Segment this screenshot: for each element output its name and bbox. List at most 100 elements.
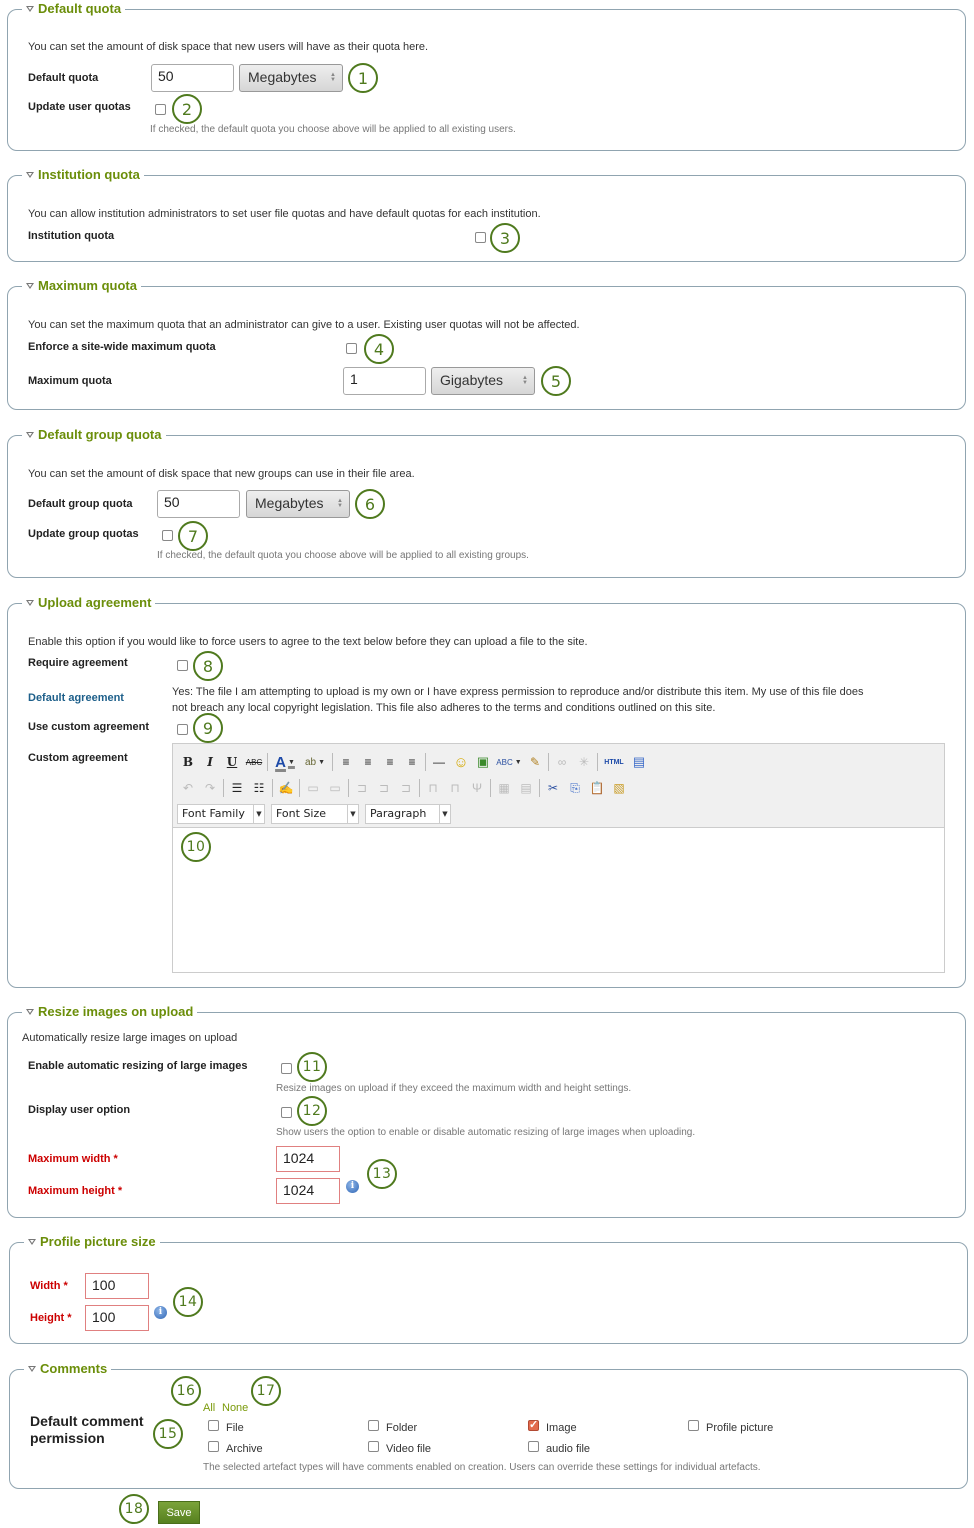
comment-option-profile-picture-checkbox[interactable] — [688, 1420, 699, 1431]
align-center-icon[interactable]: ≡ — [357, 752, 379, 772]
select-value: Font Size — [276, 807, 327, 820]
table-split-icon[interactable]: ▭ — [324, 778, 346, 798]
col-before-icon[interactable]: ⊓ — [422, 778, 444, 798]
comment-option-video-checkbox[interactable] — [368, 1441, 379, 1452]
font-family-select[interactable]: Font Family ▼ — [177, 804, 265, 824]
maximum-quota-input[interactable]: 1 — [343, 367, 426, 395]
maximum-height-input[interactable]: 1024 — [276, 1178, 340, 1204]
profile-picture-legend[interactable]: Profile picture size — [24, 1234, 160, 1249]
callout-7: 7 — [178, 521, 208, 551]
profile-height-input[interactable]: 100 — [85, 1305, 149, 1331]
table-merge-icon[interactable]: ▭ — [302, 778, 324, 798]
default-agreement-link[interactable]: Default agreement — [28, 692, 124, 704]
default-group-quota-input[interactable]: 50 — [157, 490, 240, 518]
unlink-icon[interactable]: ✳ — [573, 752, 595, 772]
comment-option-folder-label: Folder — [386, 1422, 418, 1434]
collapse-triangle-icon — [26, 282, 34, 289]
update-group-quotas-label: Update group quotas — [28, 528, 139, 540]
comment-option-video-label: Video file — [386, 1443, 432, 1455]
row-before-icon[interactable]: ⊐ — [351, 778, 373, 798]
comment-option-archive-checkbox[interactable] — [208, 1441, 219, 1452]
delete-col-icon[interactable]: Ψ — [466, 778, 488, 798]
select-value: Font Family — [182, 807, 245, 820]
table-icon[interactable]: ▦ — [493, 778, 515, 798]
fullscreen-icon[interactable]: ▤ — [628, 752, 650, 772]
toolbar-separator — [332, 753, 333, 771]
institution-quota-checkbox[interactable] — [475, 232, 486, 243]
font-size-select[interactable]: Font Size ▼ — [271, 804, 359, 824]
cut-icon[interactable]: ✂ — [542, 778, 564, 798]
callout-8: 8 — [193, 651, 223, 681]
bold-icon[interactable]: B — [177, 752, 199, 772]
font-color-icon[interactable]: A ▼ — [270, 752, 300, 772]
row-after-icon[interactable]: ⊐ — [373, 778, 395, 798]
upload-agreement-legend[interactable]: Upload agreement — [22, 595, 156, 610]
info-icon[interactable]: i — [346, 1180, 359, 1193]
paste-word-icon[interactable]: ▧ — [608, 778, 630, 798]
toolbar-row-3: Font Family ▼ Font Size ▼ Paragraph ▼ — [177, 803, 457, 825]
update-group-quotas-checkbox[interactable] — [162, 530, 173, 541]
info-icon[interactable]: i — [154, 1306, 167, 1319]
delete-row-icon[interactable]: ⊐ — [395, 778, 417, 798]
display-user-option-checkbox[interactable] — [281, 1107, 292, 1118]
align-left-icon[interactable]: ≡ — [335, 752, 357, 772]
profile-width-label: Width * — [30, 1280, 68, 1292]
italic-icon[interactable]: I — [199, 752, 221, 772]
callout-12: 12 — [297, 1096, 327, 1126]
callout-3: 3 — [490, 223, 520, 253]
callout-6: 6 — [355, 489, 385, 519]
undo-icon[interactable]: ↶ — [177, 778, 199, 798]
table-props-icon[interactable]: ▤ — [515, 778, 537, 798]
comment-option-folder-checkbox[interactable] — [368, 1420, 379, 1431]
update-user-quotas-checkbox[interactable] — [155, 104, 166, 115]
default-quota-legend[interactable]: Default quota — [22, 1, 126, 16]
save-button[interactable]: Save — [158, 1501, 200, 1524]
resize-images-description: Automatically resize large images on upl… — [22, 1032, 238, 1044]
profile-width-input[interactable]: 100 — [85, 1273, 149, 1299]
maximum-quota-legend[interactable]: Maximum quota — [22, 278, 141, 293]
default-group-quota-legend[interactable]: Default group quota — [22, 427, 166, 442]
format-select[interactable]: Paragraph ▼ — [365, 804, 451, 824]
editor-content-area[interactable] — [173, 828, 944, 972]
redo-icon[interactable]: ↷ — [199, 778, 221, 798]
comment-option-audio-checkbox[interactable] — [528, 1441, 539, 1452]
copy-icon[interactable]: ⎘ — [564, 778, 586, 798]
paste-icon[interactable]: 📋 — [586, 778, 608, 798]
strikethrough-icon[interactable]: ABC — [243, 752, 265, 772]
toolbar-separator — [267, 753, 268, 771]
toolbar-separator — [299, 779, 300, 797]
cleanup-icon[interactable]: ✎ — [524, 752, 546, 772]
align-right-icon[interactable]: ≡ — [379, 752, 401, 772]
underline-icon[interactable]: U — [221, 752, 243, 772]
image-icon[interactable]: ▣ — [472, 752, 494, 772]
numbered-list-icon[interactable]: ☷ — [248, 778, 270, 798]
enforce-max-quota-checkbox[interactable] — [346, 343, 357, 354]
comments-legend[interactable]: Comments — [24, 1361, 112, 1376]
highlight-color-icon[interactable]: ab ▼ — [300, 752, 330, 772]
bullet-list-icon[interactable]: ☰ — [226, 778, 248, 798]
comment-option-image-checkbox[interactable] — [528, 1418, 539, 1431]
emoticon-icon[interactable]: ☺ — [450, 752, 472, 772]
html-source-icon[interactable]: HTML — [600, 752, 628, 772]
align-justify-icon[interactable]: ≡ — [401, 752, 423, 772]
col-after-icon[interactable]: ⊓ — [444, 778, 466, 798]
enable-resize-checkbox[interactable] — [281, 1063, 292, 1074]
maximum-width-input[interactable]: 1024 — [276, 1146, 340, 1172]
require-agreement-checkbox[interactable] — [177, 660, 188, 671]
select-all-link[interactable]: All — [203, 1402, 215, 1414]
link-icon[interactable]: ∞ — [551, 752, 573, 772]
edit-icon[interactable]: ✍ — [275, 778, 297, 798]
use-custom-agreement-checkbox[interactable] — [177, 724, 188, 735]
maximum-quota-unit-select[interactable]: Gigabytes ▲ ▼ — [431, 367, 535, 395]
section-title: Resize images on upload — [38, 1004, 194, 1019]
horizontal-rule-icon[interactable]: — — [428, 752, 450, 772]
default-quota-input[interactable]: 50 — [151, 64, 234, 92]
comment-option-file-checkbox[interactable] — [208, 1420, 219, 1431]
select-none-link[interactable]: None — [222, 1402, 248, 1414]
default-group-quota-unit-select[interactable]: Megabytes ▲ ▼ — [246, 490, 350, 518]
institution-quota-legend[interactable]: Institution quota — [22, 167, 144, 182]
default-quota-unit-select[interactable]: Megabytes ▲ ▼ — [239, 64, 343, 92]
spellcheck-icon[interactable]: ABC ▼ — [494, 752, 524, 772]
resize-images-legend[interactable]: Resize images on upload — [22, 1004, 198, 1019]
callout-1: 1 — [348, 63, 378, 93]
